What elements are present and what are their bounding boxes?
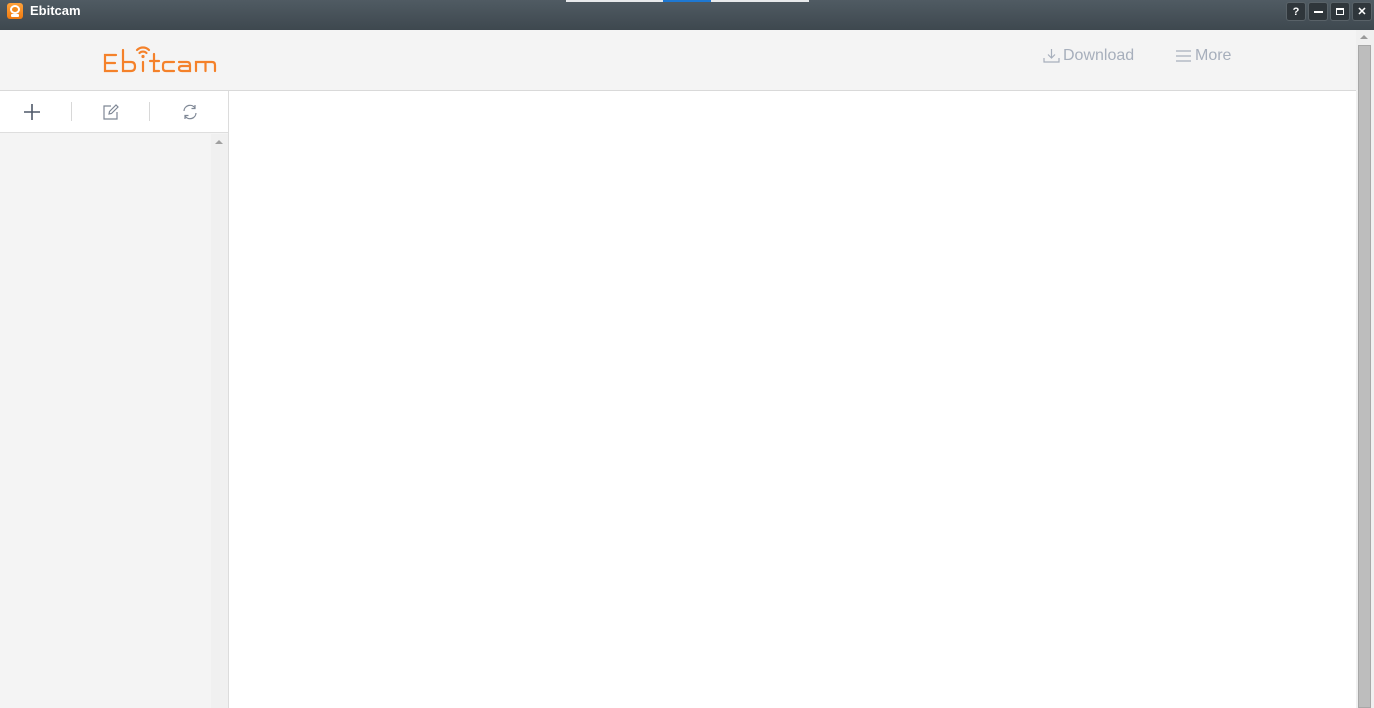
close-icon: ✕: [1357, 6, 1367, 18]
plus-icon: [24, 104, 40, 120]
menu-icon: [1176, 50, 1191, 62]
edit-device-button[interactable]: [100, 101, 122, 123]
toolbar-divider: [149, 102, 150, 121]
refresh-icon: [183, 104, 197, 120]
top-indicator-left: [566, 0, 663, 2]
download-label: Download: [1063, 47, 1135, 64]
top-indicator-right: [711, 0, 809, 2]
scroll-up-arrow-icon[interactable]: [1360, 35, 1368, 39]
window-title: Ebitcam: [30, 3, 81, 18]
edit-icon: [103, 104, 119, 120]
download-icon: [1043, 49, 1060, 63]
refresh-button[interactable]: [179, 101, 201, 123]
main-content-area: [229, 91, 1356, 708]
device-sidebar: [0, 91, 229, 708]
brand-logo: [102, 44, 242, 73]
sidebar-toolbar: [0, 91, 228, 133]
download-link[interactable]: Download: [1043, 47, 1134, 65]
window-scrollbar[interactable]: [1356, 30, 1374, 708]
maximize-button[interactable]: [1330, 2, 1350, 21]
more-menu[interactable]: More: [1175, 47, 1231, 65]
maximize-icon: [1336, 8, 1344, 15]
device-list: [0, 134, 228, 708]
logo-wordmark: [103, 46, 217, 73]
toolbar-divider: [71, 102, 72, 121]
top-indicator-active: [663, 0, 711, 2]
scrollbar-thumb[interactable]: [1358, 45, 1371, 708]
scroll-up-arrow-icon[interactable]: [215, 140, 223, 144]
window-controls: ? ✕: [1286, 2, 1372, 21]
more-label: More: [1195, 47, 1232, 64]
app-header: Download More: [0, 30, 1356, 91]
close-button[interactable]: ✕: [1352, 2, 1372, 21]
help-icon: ?: [1292, 5, 1300, 18]
app-icon: [7, 3, 23, 19]
minimize-icon: [1313, 10, 1323, 13]
title-bar: Ebitcam ? ✕: [0, 0, 1374, 30]
add-device-button[interactable]: [21, 101, 43, 123]
minimize-button[interactable]: [1308, 2, 1328, 21]
device-list-scrollbar[interactable]: [211, 134, 228, 708]
help-button[interactable]: ?: [1286, 2, 1306, 21]
